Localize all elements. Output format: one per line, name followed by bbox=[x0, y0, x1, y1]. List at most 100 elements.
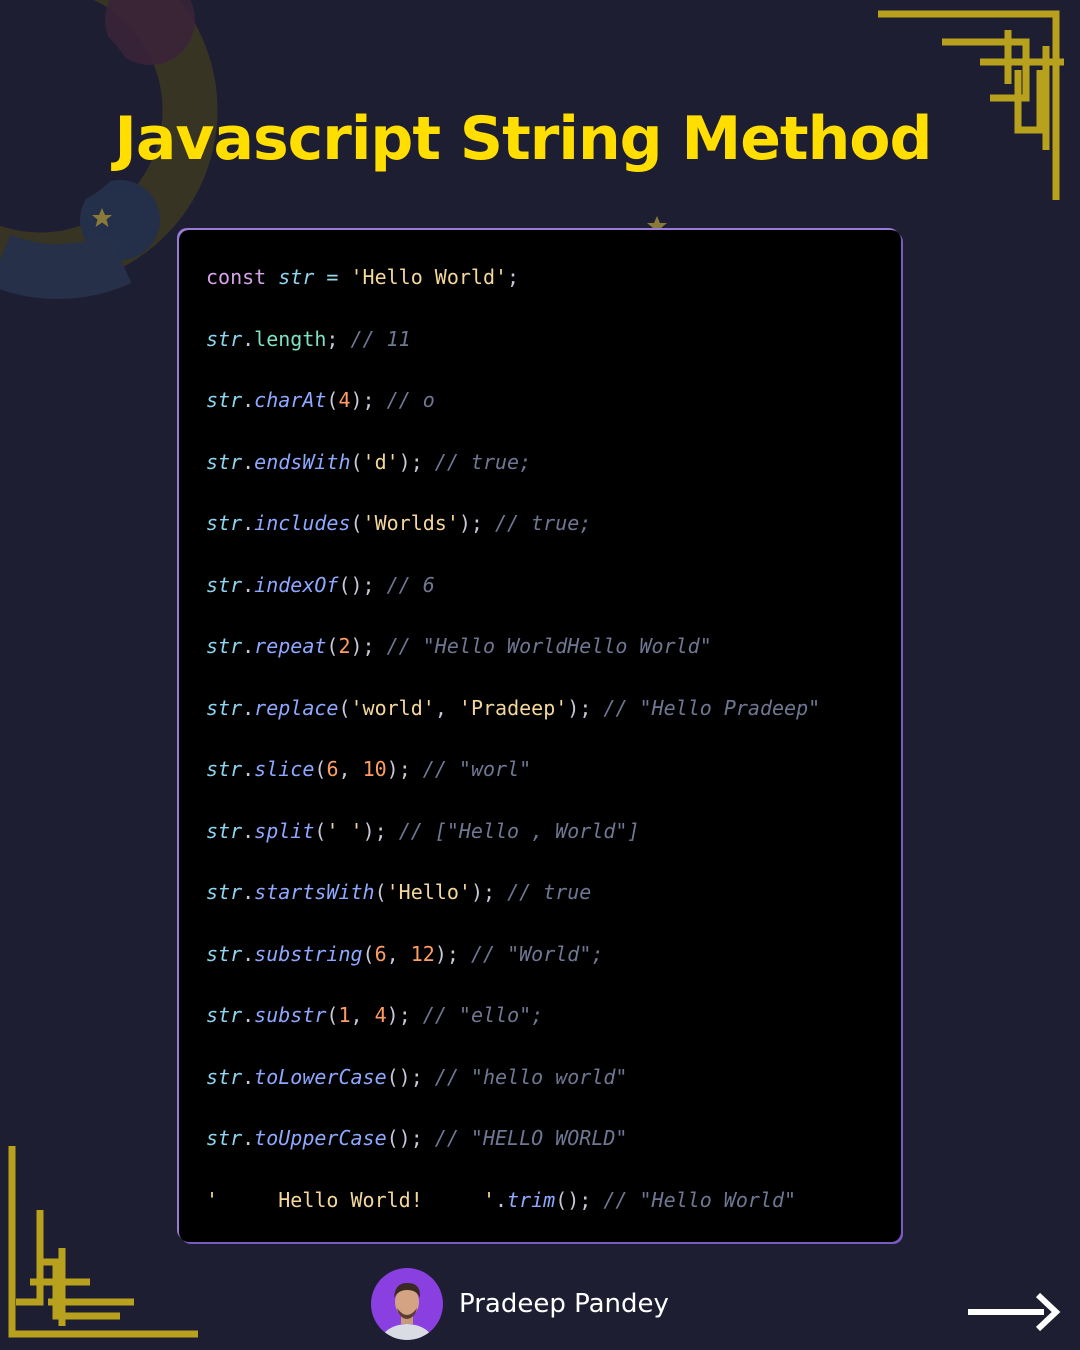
code-token-fn: slice bbox=[254, 757, 315, 781]
code-token-var: str bbox=[206, 634, 243, 658]
code-token-pun: . bbox=[494, 1187, 508, 1212]
code-token-fn: includes bbox=[254, 511, 351, 535]
code-token-pun: ); bbox=[567, 695, 604, 720]
code-token-num: 2 bbox=[338, 634, 351, 658]
code-token-cm: // "worl" bbox=[422, 757, 532, 781]
person-avatar-icon bbox=[381, 1282, 433, 1340]
code-line: str.charAt(4); // o bbox=[206, 383, 820, 445]
code-block: const str = 'Hello World'; str.length; //… bbox=[179, 230, 901, 1242]
code-token-pun: . bbox=[242, 818, 255, 843]
code-token-pun: . bbox=[242, 880, 255, 904]
avatar bbox=[371, 1268, 443, 1340]
code-token-cm: // true bbox=[507, 880, 592, 904]
code-token-pun: (); bbox=[555, 1187, 604, 1212]
code-token-var: str bbox=[206, 572, 243, 597]
code-line: str.split(' '); // ["Hello , World"] bbox=[206, 814, 820, 876]
code-token-pun: . bbox=[242, 941, 255, 966]
code-line: str.substring(6, 12); // "World"; bbox=[206, 937, 820, 999]
code-token-var: str bbox=[206, 880, 243, 904]
code-token-fn: substr bbox=[254, 1003, 327, 1027]
code-line: str.repeat(2); // "Hello WorldHello Worl… bbox=[206, 629, 820, 691]
code-token-var: str bbox=[206, 1064, 243, 1089]
code-token-pun: ( bbox=[326, 1003, 339, 1027]
code-line: str.indexOf(); // 6 bbox=[206, 568, 820, 630]
code-token-fn: trim bbox=[507, 1187, 556, 1212]
code-token-pun: ; bbox=[507, 265, 520, 289]
code-token-pun: ( bbox=[362, 941, 375, 966]
code-token-var: str bbox=[206, 388, 243, 412]
code-token-fn: startsWith bbox=[254, 880, 375, 904]
code-token-pun: ( bbox=[338, 695, 351, 720]
code-token-pun: ); bbox=[470, 880, 508, 904]
code-token-pun: , bbox=[434, 695, 459, 720]
code-token-cm: // true; bbox=[495, 511, 592, 535]
code-token-pun: (); bbox=[338, 572, 387, 597]
code-token-pun: ( bbox=[350, 449, 363, 474]
code-token-pun: ( bbox=[314, 757, 327, 781]
code-lines: const str = 'Hello World'; str.length; //… bbox=[206, 260, 820, 1244]
code-token-num: 12 bbox=[410, 941, 435, 966]
code-line: str.startsWith('Hello'); // true bbox=[206, 875, 820, 937]
code-token-pun: . bbox=[242, 449, 255, 474]
code-line: str.length; // 11 bbox=[206, 322, 820, 384]
code-token-cm: // true; bbox=[434, 449, 532, 474]
code-token-pun: . bbox=[242, 1064, 255, 1089]
code-token-str: 'Worlds' bbox=[362, 511, 459, 535]
code-token-fn: toLowerCase bbox=[254, 1064, 387, 1089]
code-token-pun: . bbox=[242, 511, 255, 535]
code-token-pun: ); bbox=[386, 1003, 423, 1027]
code-line: ' Hello World! '.trim(); // "Hello World… bbox=[206, 1183, 820, 1245]
code-token-prop: length bbox=[254, 326, 327, 351]
code-token-var: str bbox=[206, 326, 243, 351]
code-token-fn: substring bbox=[254, 941, 363, 966]
code-token-num: 10 bbox=[362, 757, 387, 781]
code-token-pun: ( bbox=[350, 511, 363, 535]
code-token-cm: // "hello world" bbox=[434, 1064, 628, 1089]
code-token-var: str bbox=[206, 1003, 243, 1027]
code-line: str.toUpperCase(); // "HELLO WORLD" bbox=[206, 1121, 820, 1183]
code-token-pun: ); bbox=[350, 388, 387, 412]
code-line: str.substr(1, 4); // "ello"; bbox=[206, 998, 820, 1060]
code-token-cm: // 11 bbox=[350, 326, 411, 351]
code-token-var: str bbox=[206, 511, 243, 535]
code-token-str: 'Hello' bbox=[386, 880, 471, 904]
star-icon bbox=[92, 208, 112, 227]
code-token-num: 6 bbox=[374, 941, 387, 966]
code-line: str.toLowerCase(); // "hello world" bbox=[206, 1060, 820, 1122]
code-token-fn: split bbox=[254, 818, 315, 843]
code-token-pun: , bbox=[338, 757, 363, 781]
code-token-var: str bbox=[278, 265, 315, 289]
code-token-cm: // 6 bbox=[386, 572, 435, 597]
code-token-var: str bbox=[206, 449, 243, 474]
code-token-pun: (); bbox=[386, 1064, 435, 1089]
code-token-pun: (); bbox=[386, 1126, 435, 1150]
code-token-pun: ( bbox=[326, 388, 339, 412]
code-token-fn: repeat bbox=[254, 634, 327, 658]
author-name: Pradeep Pandey bbox=[459, 1289, 669, 1319]
code-token-cm: // o bbox=[386, 388, 435, 412]
code-token-cm: // "World"; bbox=[470, 941, 604, 966]
code-line: str.includes('Worlds'); // true; bbox=[206, 506, 820, 568]
code-token-fn: toUpperCase bbox=[254, 1126, 387, 1150]
code-token-str: 'Hello World' bbox=[350, 265, 508, 289]
code-line: str.replace('world', 'Pradeep'); // "Hel… bbox=[206, 691, 820, 753]
code-token-op: = bbox=[314, 265, 351, 289]
arrow-right-icon[interactable] bbox=[966, 1290, 1062, 1334]
code-token-cm: // "Hello Pradeep" bbox=[603, 695, 821, 720]
code-token-pun: ; bbox=[326, 326, 351, 351]
code-token-cm: // "Hello WorldHello World" bbox=[386, 634, 712, 658]
code-token-pun: ( bbox=[326, 634, 339, 658]
code-token-pun: ); bbox=[398, 449, 435, 474]
code-token-cm: // ["Hello , World"] bbox=[398, 818, 640, 843]
code-token-pun: . bbox=[242, 388, 255, 412]
code-token-pun: . bbox=[242, 1003, 255, 1027]
code-token-str: 'Pradeep' bbox=[458, 695, 568, 720]
code-token-num: 4 bbox=[338, 388, 351, 412]
code-token-pun: ( bbox=[374, 880, 387, 904]
code-token-num: 1 bbox=[338, 1003, 351, 1027]
code-token-pun: . bbox=[242, 634, 255, 658]
code-token-cm: // "Hello World" bbox=[603, 1187, 797, 1212]
code-token-fn: charAt bbox=[254, 388, 327, 412]
code-token-pun: ( bbox=[314, 818, 327, 843]
code-token-var: str bbox=[206, 941, 243, 966]
